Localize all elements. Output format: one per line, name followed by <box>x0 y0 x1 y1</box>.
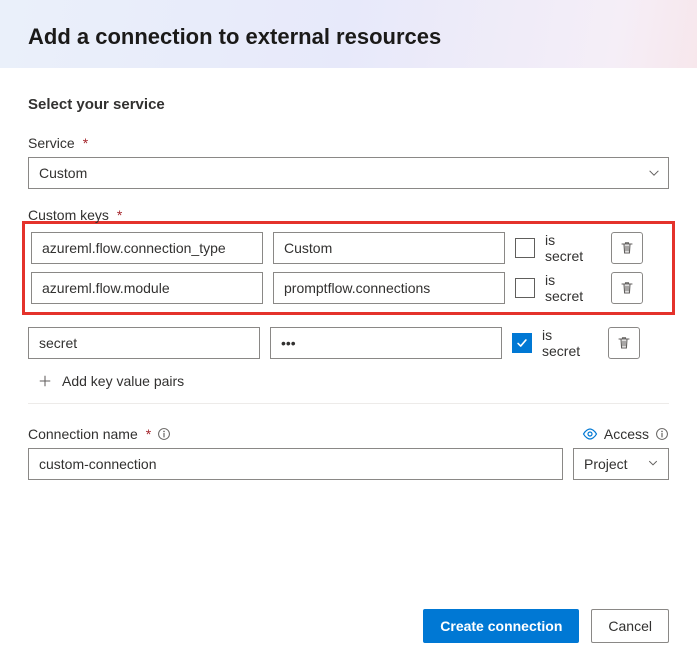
required-marker: * <box>117 207 122 223</box>
kv-row: azureml.flow.module promptflow.connectio… <box>31 268 666 308</box>
dialog-title: Add a connection to external resources <box>28 24 669 50</box>
trash-icon <box>616 335 632 351</box>
access-select[interactable]: Project <box>573 448 669 480</box>
delete-row-button[interactable] <box>608 327 640 359</box>
connection-name-label-row: Connection name * <box>28 426 171 442</box>
kv-value-input[interactable]: promptflow.connections <box>273 272 505 304</box>
plus-icon <box>38 374 52 388</box>
cancel-button[interactable]: Cancel <box>591 609 669 643</box>
kv-key-input[interactable]: secret <box>28 327 260 359</box>
delete-row-button[interactable] <box>611 272 643 304</box>
service-selected-value: Custom <box>39 165 87 181</box>
dialog-header: Add a connection to external resources <box>0 0 697 68</box>
custom-keys-label: Custom keys <box>28 207 109 223</box>
is-secret-checkbox[interactable] <box>512 333 532 353</box>
trash-icon <box>619 240 635 256</box>
kv-value-input[interactable]: Custom <box>273 232 505 264</box>
connection-name-label: Connection name <box>28 426 138 442</box>
access-selected-value: Project <box>584 456 628 472</box>
kv-row: secret ••• is secret <box>28 323 669 363</box>
kv-key-input[interactable]: azureml.flow.connection_type <box>31 232 263 264</box>
is-secret-label: is secret <box>545 272 597 304</box>
info-icon[interactable] <box>157 427 171 441</box>
service-select[interactable]: Custom <box>28 157 669 189</box>
required-marker: * <box>83 135 88 151</box>
service-label: Service <box>28 135 75 151</box>
highlight-box: azureml.flow.connection_type Custom is s… <box>22 221 675 315</box>
section-heading: Select your service <box>28 96 669 113</box>
is-secret-label: is secret <box>542 327 594 359</box>
kv-row: azureml.flow.connection_type Custom is s… <box>31 228 666 268</box>
divider <box>28 403 669 404</box>
dialog-footer: Create connection Cancel <box>0 591 697 663</box>
delete-row-button[interactable] <box>611 232 643 264</box>
eye-icon <box>582 426 598 442</box>
check-icon <box>515 336 529 350</box>
is-secret-checkbox[interactable] <box>515 238 535 258</box>
add-kv-button[interactable]: Add key value pairs <box>28 363 190 403</box>
info-icon[interactable] <box>655 427 669 441</box>
kv-key-input[interactable]: azureml.flow.module <box>31 272 263 304</box>
access-label: Access <box>604 426 649 442</box>
access-label-row: Access <box>582 426 669 442</box>
create-connection-button[interactable]: Create connection <box>423 609 579 643</box>
connection-name-input[interactable]: custom-connection <box>28 448 563 480</box>
service-label-row: Service * <box>28 135 669 151</box>
kv-value-input[interactable]: ••• <box>270 327 502 359</box>
add-kv-label: Add key value pairs <box>62 373 184 389</box>
is-secret-label: is secret <box>545 232 597 264</box>
connection-name-value: custom-connection <box>39 456 157 472</box>
trash-icon <box>619 280 635 296</box>
is-secret-checkbox[interactable] <box>515 278 535 298</box>
required-marker: * <box>146 426 151 442</box>
